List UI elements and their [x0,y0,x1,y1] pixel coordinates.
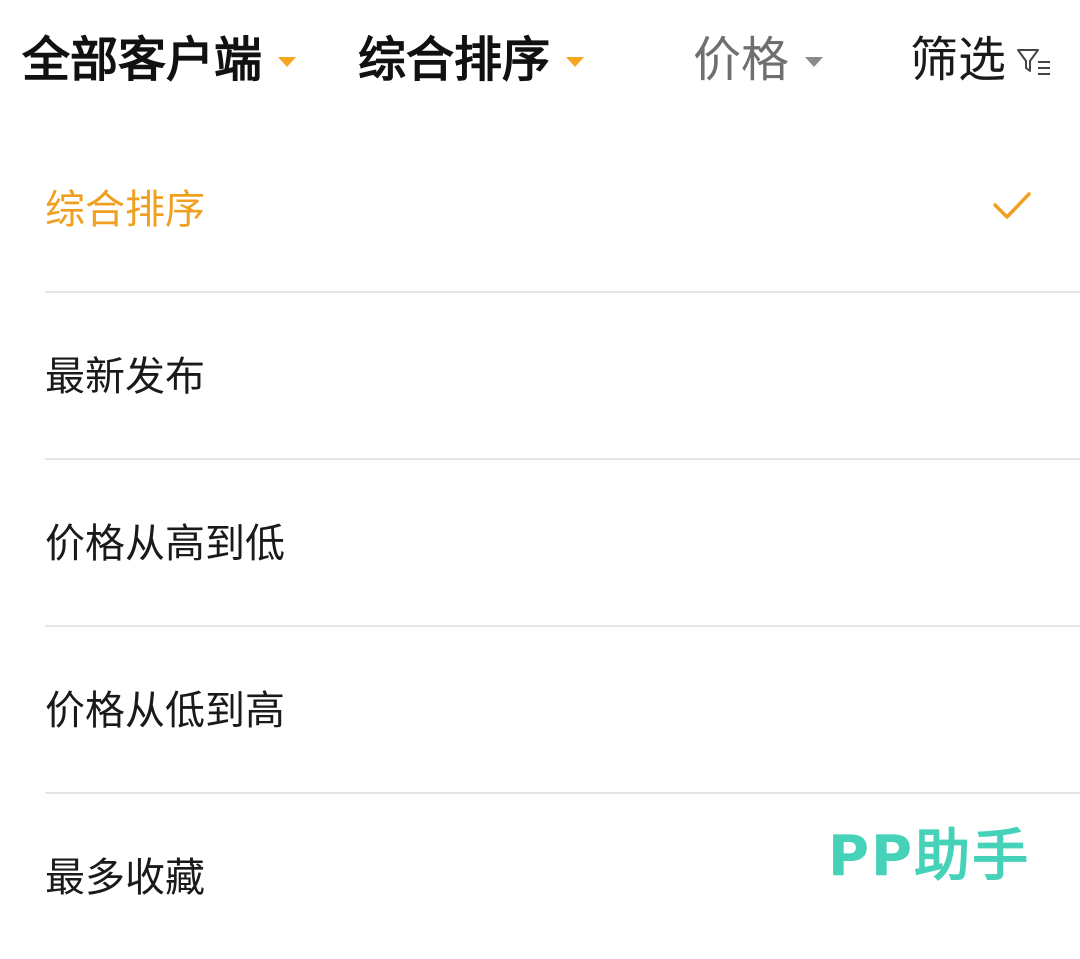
sort-option-label: 价格从高到低 [45,521,285,567]
sort-option-label: 综合排序 [45,187,205,233]
tab-sort[interactable]: 综合排序 [358,28,585,92]
checkmark-icon [993,192,1031,219]
triangle-down-icon [278,57,297,67]
filter-bar: 全部客户端 综合排序 价格 筛选 [0,0,1080,120]
tab-price[interactable]: 价格 [693,28,824,92]
tab-price-label: 价格 [693,32,790,88]
tab-all-clients-label: 全部客户端 [22,32,263,88]
funnel-list-icon [1017,49,1051,75]
sort-option-label: 最新发布 [45,354,205,400]
tab-sort-label: 综合排序 [358,32,551,88]
triangle-down-icon [805,57,824,67]
tab-all-clients[interactable]: 全部客户端 [22,28,297,92]
sort-option-newest[interactable]: 最新发布 [45,293,1080,460]
tab-filter[interactable]: 筛选 [910,28,1052,92]
triangle-down-icon [566,57,585,67]
sort-option-comprehensive[interactable]: 综合排序 [45,126,1080,293]
tab-filter-label: 筛选 [910,32,1007,88]
sort-option-label: 最多收藏 [45,855,205,901]
watermark-logo: PP助手 [828,824,1031,889]
sort-option-price-low-to-high[interactable]: 价格从低到高 [45,627,1080,794]
sort-option-price-high-to-low[interactable]: 价格从高到低 [45,460,1080,627]
sort-option-label: 价格从低到高 [45,688,285,734]
